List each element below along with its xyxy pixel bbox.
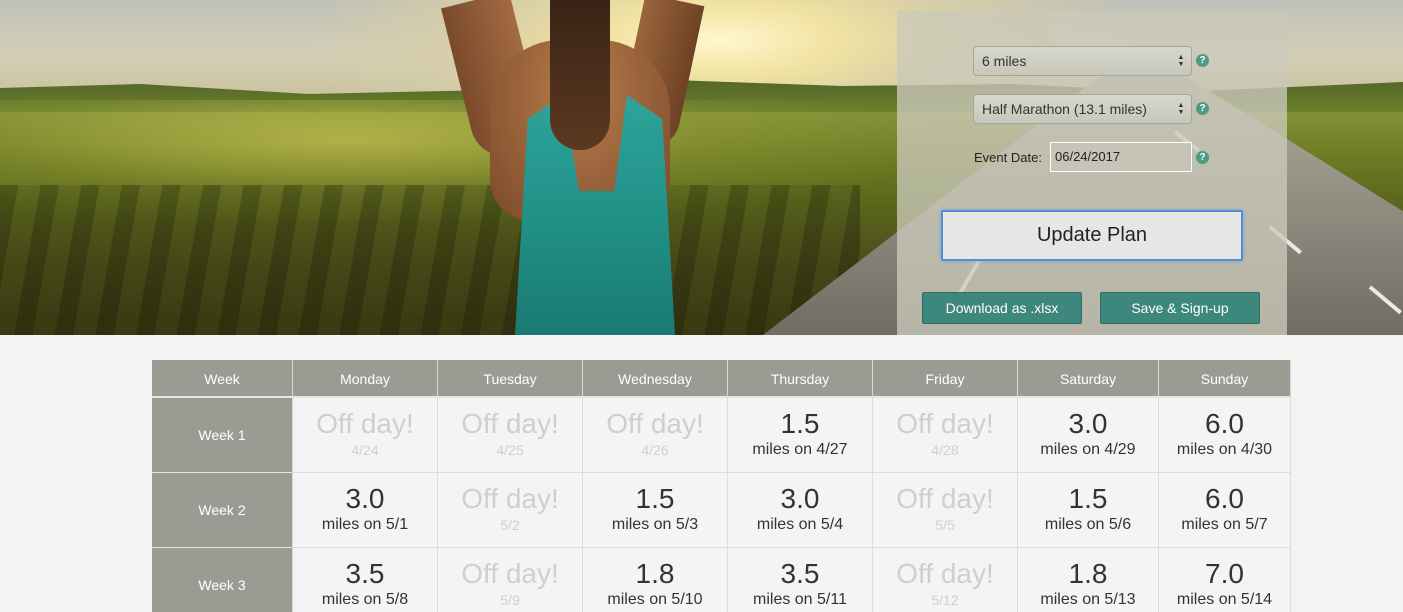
day-date-text: 4/25 <box>496 442 524 458</box>
miles-value: 6.0 <box>1205 408 1244 439</box>
miles-value: 3.0 <box>1068 408 1108 439</box>
miles-value: 1.5 <box>635 483 675 514</box>
run-day-cell: 7.0 miles on 5/14 <box>1159 548 1291 612</box>
miles-value: 1.8 <box>635 558 675 589</box>
day-date-text: miles on 5/1 <box>321 516 409 533</box>
day-date-text: miles on 5/7 <box>1181 516 1268 533</box>
select-arrows-icon: ▲ ▼ <box>1177 102 1185 116</box>
off-day-text: Off day! <box>606 408 704 439</box>
column-header: Friday <box>873 360 1018 398</box>
update-plan-button[interactable]: Update Plan <box>941 210 1243 261</box>
day-date-text: 4/24 <box>351 442 379 458</box>
run-day-cell: 6.0 miles on 5/7 <box>1159 473 1291 548</box>
event-date-input[interactable]: 06/24/2017 <box>1050 142 1192 172</box>
off-day-text: Off day! <box>896 408 994 439</box>
off-day-cell: Off day! 4/26 <box>583 398 728 473</box>
run-day-cell: 3.5 miles on 5/8 <box>293 548 438 612</box>
off-day-cell: Off day! 4/24 <box>293 398 438 473</box>
run-day-cell: 1.5 miles on 5/6 <box>1018 473 1159 548</box>
miles-value: 3.5 <box>780 558 820 589</box>
day-date-text: miles on 4/27 <box>752 441 848 458</box>
help-icon[interactable]: ? <box>1196 151 1209 164</box>
run-day-cell: 6.0 miles on 4/30 <box>1159 398 1291 473</box>
run-day-cell: 3.0 miles on 5/4 <box>728 473 873 548</box>
run-day-cell: 1.8 miles on 5/10 <box>583 548 728 612</box>
column-header: Tuesday <box>438 360 583 398</box>
off-day-text: Off day! <box>316 408 414 439</box>
run-day-cell: 3.0 miles on 5/1 <box>293 473 438 548</box>
plan-settings-panel: 6 miles ▲ ▼ ? Half Marathon (13.1 miles) … <box>897 11 1287 335</box>
help-icon[interactable]: ? <box>1196 54 1209 67</box>
off-day-cell: Off day! 5/12 <box>873 548 1018 612</box>
day-date-text: 4/28 <box>931 442 959 458</box>
column-header: Thursday <box>728 360 873 398</box>
run-day-cell: 3.5 miles on 5/11 <box>728 548 873 612</box>
off-day-text: Off day! <box>461 408 559 439</box>
download-xlsx-button[interactable]: Download as .xlsx <box>922 292 1082 324</box>
select-arrows-icon: ▲ ▼ <box>1177 54 1185 68</box>
miles-value: 3.0 <box>345 483 385 514</box>
miles-value: 3.0 <box>780 483 820 514</box>
day-date-text: miles on 5/3 <box>611 516 699 533</box>
day-date-text: miles on 5/11 <box>753 591 847 608</box>
help-icon[interactable]: ? <box>1196 102 1209 115</box>
day-date-text: 5/5 <box>935 517 955 533</box>
runner-figure <box>440 0 730 335</box>
event-date-label: Event Date: <box>974 150 1042 165</box>
day-date-text: 5/12 <box>931 592 959 608</box>
week-label: Week 3 <box>152 548 293 612</box>
off-day-cell: Off day! 5/5 <box>873 473 1018 548</box>
training-schedule-table: Week Monday Tuesday Wednesday Thursday F… <box>152 360 1291 612</box>
day-date-text: miles on 5/14 <box>1176 591 1273 608</box>
day-date-text: miles on 5/4 <box>756 516 844 533</box>
table-body: Week 1 Off day! 4/24 Off day! 4/25 Off day! 4/… <box>152 398 1291 612</box>
column-header: Week <box>152 360 293 398</box>
run-day-cell: 1.5 miles on 5/3 <box>583 473 728 548</box>
column-header: Saturday <box>1018 360 1159 398</box>
week-label: Week 1 <box>152 398 293 473</box>
day-date-text: miles on 4/30 <box>1176 441 1273 458</box>
table-row: Week 2 3.0 miles on 5/1 Off day! 5/2 1.5 miles… <box>152 473 1291 548</box>
event-type-select[interactable]: Half Marathon (13.1 miles) ▲ ▼ <box>973 94 1192 124</box>
run-day-cell: 3.0 miles on 4/29 <box>1018 398 1159 473</box>
off-day-text: Off day! <box>461 558 559 589</box>
off-day-cell: Off day! 4/25 <box>438 398 583 473</box>
shrubs <box>0 185 860 335</box>
week-label: Week 2 <box>152 473 293 548</box>
day-date-text: 5/9 <box>500 592 520 608</box>
miles-value: 1.8 <box>1068 558 1108 589</box>
table-row: Week 3 3.5 miles on 5/8 Off day! 5/9 1.8 miles… <box>152 548 1291 612</box>
off-day-cell: Off day! 5/2 <box>438 473 583 548</box>
day-date-text: 5/2 <box>500 517 520 533</box>
day-date-text: miles on 5/8 <box>321 591 409 608</box>
off-day-text: Off day! <box>896 483 994 514</box>
off-day-text: Off day! <box>461 483 559 514</box>
event-type-value: Half Marathon (13.1 miles) <box>982 101 1147 117</box>
miles-value: 1.5 <box>1068 483 1108 514</box>
off-day-cell: Off day! 4/28 <box>873 398 1018 473</box>
run-day-cell: 1.8 miles on 5/13 <box>1018 548 1159 612</box>
column-header: Sunday <box>1159 360 1291 398</box>
column-header: Monday <box>293 360 438 398</box>
day-date-text: miles on 5/13 <box>1040 591 1136 608</box>
miles-value: 6.0 <box>1205 483 1244 514</box>
current-distance-select[interactable]: 6 miles ▲ ▼ <box>973 46 1192 76</box>
off-day-text: Off day! <box>896 558 994 589</box>
miles-value: 1.5 <box>780 408 820 439</box>
day-date-text: miles on 5/6 <box>1044 516 1132 533</box>
miles-value: 3.5 <box>345 558 385 589</box>
day-date-text: miles on 5/10 <box>607 591 703 608</box>
save-sign-up-button[interactable]: Save & Sign-up <box>1100 292 1260 324</box>
day-date-text: 4/26 <box>641 442 669 458</box>
column-header: Wednesday <box>583 360 728 398</box>
run-day-cell: 1.5 miles on 4/27 <box>728 398 873 473</box>
table-row: Week 1 Off day! 4/24 Off day! 4/25 Off day! 4/… <box>152 398 1291 473</box>
current-distance-value: 6 miles <box>982 53 1027 69</box>
off-day-cell: Off day! 5/9 <box>438 548 583 612</box>
day-date-text: miles on 4/29 <box>1040 441 1136 458</box>
table-header-row: Week Monday Tuesday Wednesday Thursday F… <box>152 360 1291 398</box>
miles-value: 7.0 <box>1205 558 1244 589</box>
